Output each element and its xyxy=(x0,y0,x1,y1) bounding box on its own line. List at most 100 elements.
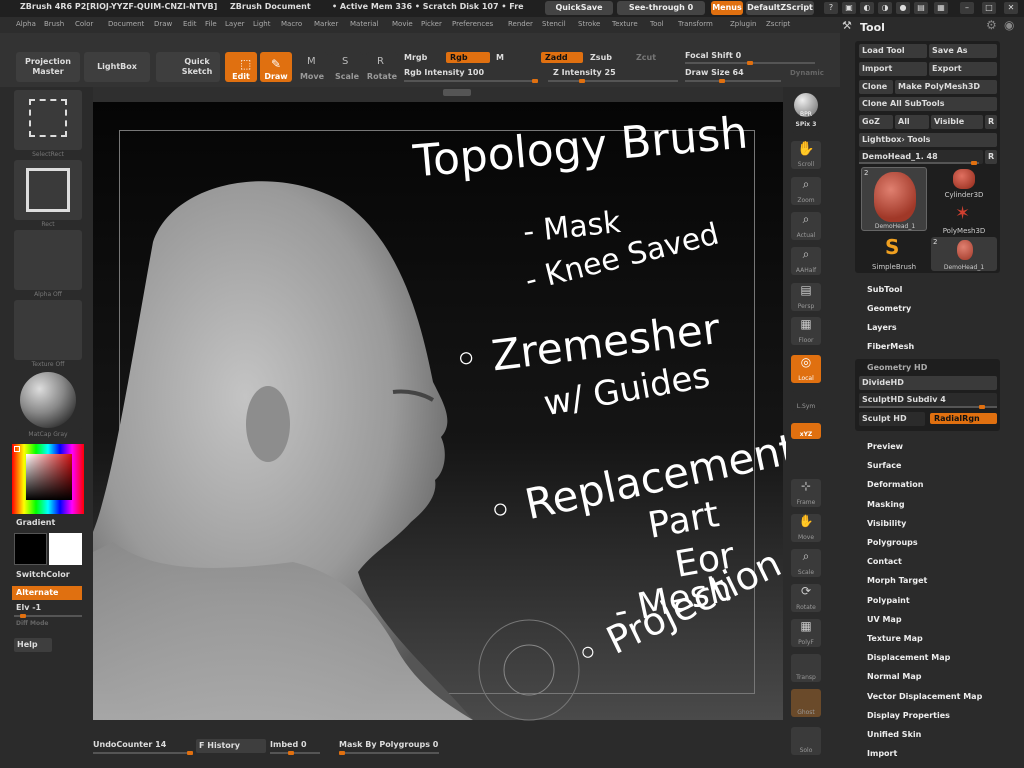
alternate-button[interactable]: Alternate xyxy=(12,586,82,600)
color-picker[interactable] xyxy=(12,444,84,514)
bpr-button[interactable]: BPR xyxy=(791,91,821,119)
menu-document[interactable]: Document xyxy=(108,20,144,28)
persp-button[interactable]: ▤ Persp xyxy=(791,283,821,311)
tool-section-texture-map[interactable]: Texture Map xyxy=(867,634,923,643)
quick-sketch-button[interactable]: Quick Sketch xyxy=(156,52,220,82)
tool-section-unified-skin[interactable]: Unified Skin xyxy=(867,730,921,739)
brush-selector[interactable] xyxy=(14,90,82,150)
menu-light[interactable]: Light xyxy=(253,20,270,28)
tool-section-morph-target[interactable]: Morph Target xyxy=(867,576,927,585)
menu-stencil[interactable]: Stencil xyxy=(542,20,566,28)
demohead2-thumb[interactable]: 2 DemoHead_1 xyxy=(931,237,997,271)
projection-master-button[interactable]: Projection Master xyxy=(16,52,80,82)
goz-visible-button[interactable]: Visible xyxy=(931,115,983,129)
draw-size-track[interactable] xyxy=(685,79,781,83)
material-selector[interactable] xyxy=(14,370,82,430)
texture-selector[interactable] xyxy=(14,300,82,360)
menu-zplugin[interactable]: Zplugin xyxy=(730,20,756,28)
mask-by-polygroups-track[interactable] xyxy=(339,751,439,755)
switchcolor-button[interactable]: SwitchColor xyxy=(16,570,70,579)
geometry-section[interactable]: Geometry xyxy=(867,304,911,313)
tool-section-masking[interactable]: Masking xyxy=(867,500,905,509)
tool-section-normal-map[interactable]: Normal Map xyxy=(867,672,921,681)
close-icon[interactable]: ✕ xyxy=(1004,2,1018,14)
undo-counter-slider[interactable]: UndoCounter 14 xyxy=(93,740,166,749)
lightbox-button[interactable]: LightBox xyxy=(84,52,150,82)
diff-mode-button[interactable]: Diff Mode xyxy=(16,620,48,627)
menu-preferences[interactable]: Preferences xyxy=(452,20,493,28)
goz-r-button[interactable]: R xyxy=(985,115,997,129)
import-button[interactable]: Import xyxy=(859,62,927,76)
floor-button[interactable]: ▦ Floor xyxy=(791,317,821,345)
undo-counter-thumb[interactable] xyxy=(187,751,193,755)
menu-marker[interactable]: Marker xyxy=(314,20,338,28)
spix-slider[interactable]: SPix 3 xyxy=(791,121,821,133)
tool-options-icon[interactable]: ⚙ xyxy=(986,18,997,32)
simplebrush-thumb[interactable]: S SimpleBrush xyxy=(861,235,927,271)
palette2-icon[interactable]: ◑ xyxy=(878,2,892,14)
menu-color[interactable]: Color xyxy=(75,20,93,28)
tool-section-surface[interactable]: Surface xyxy=(867,461,901,470)
tool-section-display-properties[interactable]: Display Properties xyxy=(867,711,950,720)
goz-button[interactable]: GoZ xyxy=(859,115,893,129)
tool-close-icon[interactable]: ◉ xyxy=(1004,18,1014,32)
cylinder-thumb[interactable]: Cylinder3D xyxy=(931,167,997,199)
mask-by-polygroups-thumb[interactable] xyxy=(339,751,345,755)
tool-section-polygroups[interactable]: Polygroups xyxy=(867,538,918,547)
elevation-slider[interactable]: Elv -1 xyxy=(16,603,41,612)
tool-section-contact[interactable]: Contact xyxy=(867,557,902,566)
menu-edit[interactable]: Edit xyxy=(183,20,197,28)
default-zscript-button[interactable]: DefaultZScript xyxy=(746,1,814,15)
history-button[interactable]: F History xyxy=(196,739,266,753)
imbed-thumb[interactable] xyxy=(288,751,294,755)
mrgb-button[interactable]: Mrgb xyxy=(404,53,427,62)
help-icon[interactable]: ? xyxy=(824,2,838,14)
subtool-section[interactable]: SubTool xyxy=(867,285,902,294)
ghost-button[interactable]: Ghost xyxy=(791,689,821,717)
zsub-button[interactable]: Zsub xyxy=(590,53,612,62)
menu-macro[interactable]: Macro xyxy=(281,20,302,28)
focal-shift-thumb[interactable] xyxy=(747,61,753,65)
stroke-selector[interactable] xyxy=(14,160,82,220)
maximize-icon[interactable]: □ xyxy=(982,2,996,14)
layout2-icon[interactable]: ▤ xyxy=(914,2,928,14)
layout3-icon[interactable]: ▦ xyxy=(934,2,948,14)
elevation-thumb[interactable] xyxy=(20,614,26,618)
actual-button[interactable]: ⌕ Actual xyxy=(791,212,821,240)
tool-section-polypaint[interactable]: Polypaint xyxy=(867,596,910,605)
tool-section-visibility[interactable]: Visibility xyxy=(867,519,906,528)
mask-by-polygroups-slider[interactable]: Mask By Polygroups 0 xyxy=(339,740,438,749)
m-button[interactable]: M xyxy=(496,53,504,62)
lightbox-tools-button[interactable]: Lightbox› Tools xyxy=(859,133,997,147)
make-polymesh-button[interactable]: Make PolyMesh3D xyxy=(895,80,997,94)
rgb-intensity-thumb[interactable] xyxy=(532,79,538,83)
draw-size-thumb[interactable] xyxy=(718,79,725,83)
menu-file[interactable]: File xyxy=(205,20,217,28)
tool-header[interactable]: Tool xyxy=(860,21,885,34)
layout-icon[interactable]: ▣ xyxy=(842,2,856,14)
tool-section-preview[interactable]: Preview xyxy=(867,442,903,451)
menu-tool[interactable]: Tool xyxy=(650,20,664,28)
scale-view-button[interactable]: ⌕ Scale xyxy=(791,549,821,577)
rgb-intensity-slider[interactable]: Rgb Intensity 100 xyxy=(404,68,484,77)
scrollbar-thumb[interactable] xyxy=(443,89,471,96)
menu-picker[interactable]: Picker xyxy=(421,20,442,28)
menu-draw[interactable]: Draw xyxy=(154,20,172,28)
gradient-button[interactable]: Gradient xyxy=(16,518,55,527)
navigation-widget[interactable] xyxy=(469,610,589,730)
lsym-button[interactable]: L.Sym xyxy=(791,391,821,411)
menu-brush[interactable]: Brush xyxy=(44,20,64,28)
fibermesh-section[interactable]: FiberMesh xyxy=(867,342,914,351)
radialrgn-button[interactable]: RadialRgn xyxy=(930,413,997,424)
export-button[interactable]: Export xyxy=(929,62,997,76)
canvas-scrollbar[interactable] xyxy=(93,87,783,102)
scroll-button[interactable]: ✋ Scroll xyxy=(791,141,821,169)
tool-section-import[interactable]: Import xyxy=(867,749,897,758)
main-color-swatch[interactable] xyxy=(14,533,47,565)
menu-transform[interactable]: Transform xyxy=(678,20,713,28)
move-view-button[interactable]: ✋ Move xyxy=(791,514,821,542)
zcut-button[interactable]: Zcut xyxy=(636,53,656,62)
focal-shift-track[interactable] xyxy=(685,61,815,65)
rgb-intensity-track[interactable] xyxy=(404,79,538,83)
tool-section-deformation[interactable]: Deformation xyxy=(867,480,923,489)
